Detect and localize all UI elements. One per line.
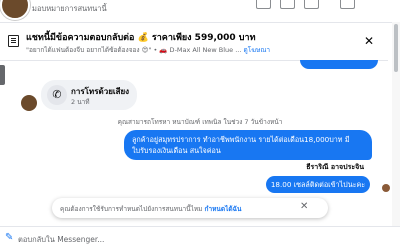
pinned-subtitle: "อยากได้แฟนต้องจีบ อยากได้ซ้อต้องจอง 😍" … [26,45,270,55]
outgoing-message-bubble[interactable]: ลูกค้าอยู่สมุทรปราการ ทำอาชีพพนักงาน ราย… [124,130,372,160]
previous-message-bubble [300,60,378,69]
notice-message: คุณต้องการใช้รับการทำหนดไปยังการสนทนานี้… [60,205,203,213]
scrollbar-thumb[interactable] [394,24,398,72]
header-action-button-1[interactable] [256,0,271,9]
phone-icon: ✆ [47,85,67,105]
message-input[interactable] [18,233,318,245]
side-scroll-indicator [0,65,5,85]
header-action-button-3[interactable] [304,0,319,9]
read-receipt-avatar [382,184,390,192]
sender-avatar [21,95,37,111]
pinned-title: แชทนี้มีข้อความตอบกลับต่อ 💰 ราคาเพียง 59… [26,33,256,43]
view-ad-link[interactable]: ดูโฆษณา [244,46,271,54]
ad-message-icon [8,35,19,47]
message-text: ลูกค้าอยู่สมุทรปราการ ทำอาชีพพนักงาน ราย… [132,135,350,155]
assign-to-me-link[interactable]: กำหนดได้ฉัน [205,205,242,213]
header-action-button-2[interactable] [280,0,295,9]
assign-notice: คุณต้องการใช้รับการทำหนดไปยังการสนทนานี้… [52,198,328,218]
sender-name: ธีราริณี อาจประจิน [306,163,364,171]
outgoing-message-bubble[interactable]: 18.00 เซลล์ติดต่อเข้าไปนะคะ [266,176,370,193]
voice-call-card[interactable]: ✆ การโทรด้วยเสียง 2 นาที [41,80,137,110]
reply-icon: ✎ [5,232,14,243]
pinned-ad-banner[interactable]: แชทนี้มีข้อความตอบกลับต่อ 💰 ราคาเพียง 59… [0,24,388,61]
message-composer: ✎ [0,226,400,251]
call-duration: 2 นาที [71,98,90,106]
system-message: คุณสามารถโทรหา หนาบัณฑ์ เทพนิล ในช่วง 7 … [117,118,283,126]
pinned-subtitle-text: "อยากได้แฟนต้องจีบ อยากได้ซ้อต้องจอง 😍" … [26,46,242,54]
assign-conversation-label[interactable]: มอบหมายการสนทนานี้ [32,3,107,15]
close-icon[interactable]: ✕ [300,202,308,212]
message-text: 18.00 เซลล์ติดต่อเข้าไปนะคะ [270,180,366,189]
close-icon[interactable]: ✕ [364,35,374,47]
header-action-button-4[interactable] [340,0,355,9]
top-bar: มอบหมายการสนทนานี้ [0,0,400,23]
contact-avatar[interactable] [0,0,30,20]
notice-text: คุณต้องการใช้รับการทำหนดไปยังการสนทนานี้… [60,204,241,214]
